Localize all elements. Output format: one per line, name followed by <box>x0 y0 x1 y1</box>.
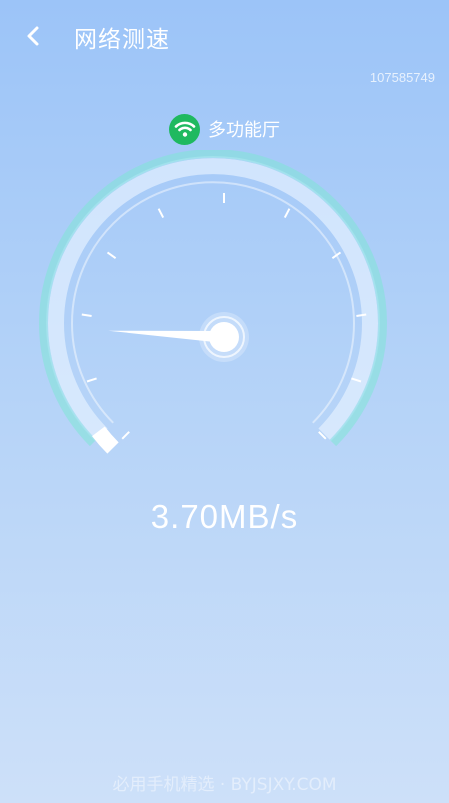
gauge-tick <box>283 208 291 219</box>
app-header: 网络测速 <box>0 0 449 72</box>
gauge-hub <box>209 322 239 352</box>
watermark: 必用手机精选 · BYJSJXY.COM <box>112 775 337 795</box>
device-id-label: 107585749 <box>369 70 435 85</box>
speed-value: 3.70MB/s <box>150 498 299 535</box>
gauge-tick <box>157 208 165 219</box>
page-title: 网络测速 <box>74 27 170 53</box>
back-button[interactable] <box>14 18 54 54</box>
gauge-tick <box>121 431 130 440</box>
wifi-icon <box>169 113 200 145</box>
gauge-level-fill <box>92 426 119 454</box>
speed-gauge <box>39 150 387 454</box>
gauge-inner-ring <box>71 181 355 424</box>
chevron-left-icon <box>27 26 39 46</box>
gauge-tick <box>86 377 97 383</box>
gauge-tick <box>81 313 92 317</box>
network-name: 多功能厅 <box>208 120 280 141</box>
network-info: 多功能厅 <box>0 112 449 146</box>
gauge-tick <box>106 251 117 260</box>
gauge-track <box>48 158 378 440</box>
